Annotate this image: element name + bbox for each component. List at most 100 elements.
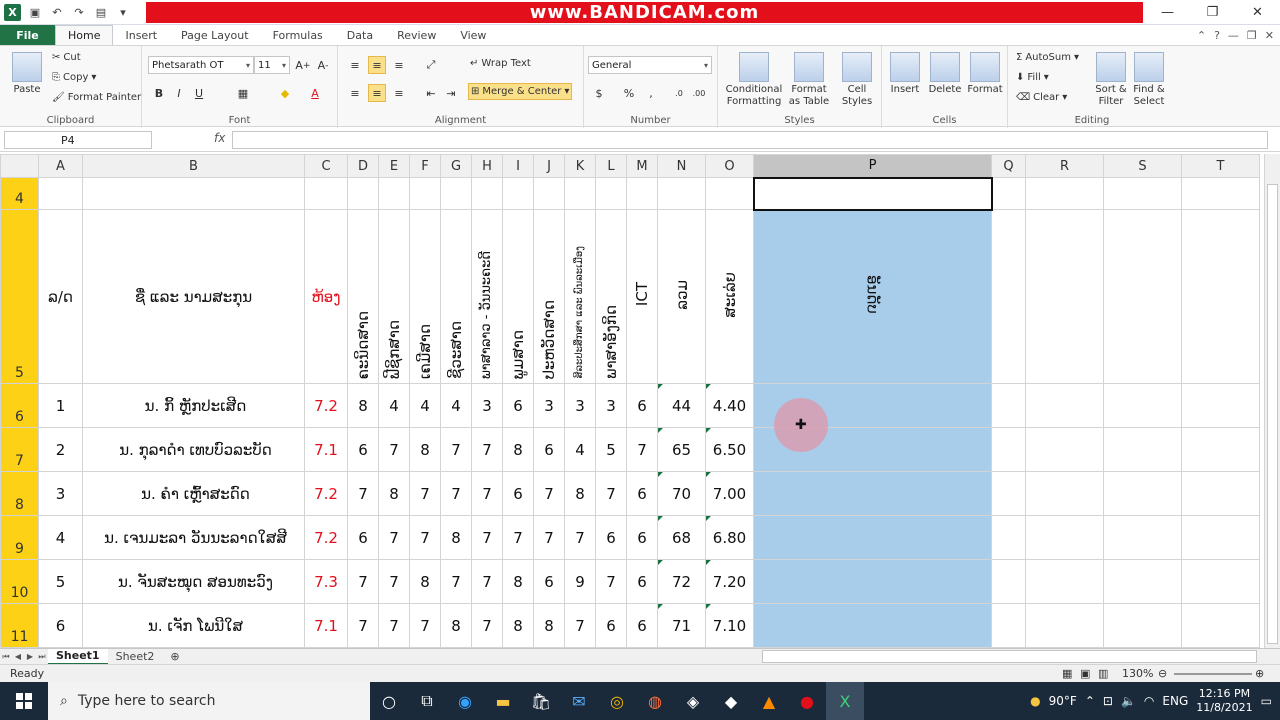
- cell[interactable]: [1025, 515, 1104, 560]
- row-header[interactable]: 10: [0, 559, 39, 604]
- first-sheet-icon[interactable]: ⏮: [0, 652, 12, 662]
- restore-button[interactable]: ❐: [1190, 0, 1235, 25]
- cell[interactable]: [82, 177, 305, 210]
- number-format-dropdown[interactable]: General ▾: [588, 56, 712, 74]
- column-header-selected[interactable]: P: [753, 154, 992, 178]
- cell[interactable]: [991, 515, 1026, 560]
- align-center-icon[interactable]: ≡: [368, 84, 386, 102]
- cell-score[interactable]: 7: [378, 603, 410, 648]
- cell-score[interactable]: 7: [440, 471, 472, 516]
- cell-no[interactable]: 6: [38, 603, 83, 648]
- cell-no[interactable]: 3: [38, 471, 83, 516]
- align-right-icon[interactable]: ≡: [390, 84, 408, 102]
- taskbar-search[interactable]: ⌕ Type here to search: [48, 682, 370, 720]
- cell-score[interactable]: 7: [564, 603, 596, 648]
- help-icon[interactable]: ?: [1214, 29, 1220, 42]
- horizontal-scrollbar[interactable]: [762, 650, 1257, 663]
- cortana-icon[interactable]: ○: [370, 682, 408, 720]
- copy-button[interactable]: ⎘ Copy ▾: [52, 72, 96, 83]
- format-as-table-button[interactable]: Format as Table: [786, 52, 832, 108]
- cell-score[interactable]: 8: [409, 427, 441, 472]
- cell-rank[interactable]: [753, 471, 992, 516]
- cell-score[interactable]: 7: [564, 515, 596, 560]
- network-icon[interactable]: ⊡: [1103, 694, 1113, 708]
- zoom-slider[interactable]: [1174, 673, 1252, 675]
- cell-class[interactable]: 7.2: [304, 383, 348, 428]
- vertical-scroll-thumb[interactable]: [1267, 184, 1278, 644]
- cell[interactable]: [705, 177, 754, 210]
- orientation-icon[interactable]: ⤢: [422, 56, 440, 74]
- cell-score[interactable]: 7: [502, 515, 534, 560]
- cell[interactable]: [991, 177, 1026, 210]
- cell[interactable]: [1103, 177, 1182, 210]
- align-top-icon[interactable]: ≡: [346, 56, 364, 74]
- worksheet-grid[interactable]: A B C D E F G H I J K L M N O P Q R S T …: [0, 154, 1264, 648]
- cell-class[interactable]: 7.1: [304, 603, 348, 648]
- column-header[interactable]: I: [502, 154, 534, 178]
- cell[interactable]: [1181, 559, 1260, 604]
- cell-name[interactable]: ນ. ເຈັກ ໂພນີໃສ: [82, 603, 305, 648]
- cell-no[interactable]: 5: [38, 559, 83, 604]
- cell-score[interactable]: 9: [564, 559, 596, 604]
- cell[interactable]: [471, 177, 503, 210]
- column-header[interactable]: B: [82, 154, 305, 178]
- cell-score[interactable]: 7: [347, 471, 379, 516]
- cell[interactable]: [1025, 603, 1104, 648]
- cell[interactable]: [1181, 209, 1260, 384]
- cell-score[interactable]: 7: [471, 603, 503, 648]
- cell-total[interactable]: 65: [657, 427, 706, 472]
- cell-score[interactable]: 8: [440, 515, 472, 560]
- active-cell-p4[interactable]: [752, 176, 993, 211]
- cell-score[interactable]: 7: [409, 603, 441, 648]
- cell-class[interactable]: 7.2: [304, 515, 348, 560]
- save-icon[interactable]: ▣: [27, 4, 43, 20]
- cell-score[interactable]: 7: [471, 427, 503, 472]
- wrap-text-button[interactable]: ↵ Wrap Text: [470, 58, 531, 69]
- conditional-formatting-button[interactable]: Conditional Formatting: [724, 52, 784, 108]
- column-header[interactable]: E: [378, 154, 410, 178]
- cell-score[interactable]: 6: [533, 427, 565, 472]
- increase-decimal-icon[interactable]: .0: [670, 84, 688, 102]
- app2-icon[interactable]: ◆: [712, 682, 750, 720]
- cell-score[interactable]: 7: [595, 559, 627, 604]
- column-header[interactable]: F: [409, 154, 441, 178]
- clear-button[interactable]: ⌫ Clear ▾: [1016, 92, 1067, 103]
- edge-icon[interactable]: ◉: [446, 682, 484, 720]
- cell-score[interactable]: 7: [347, 559, 379, 604]
- comma-button[interactable]: ,: [642, 84, 660, 102]
- header-no[interactable]: ລ/ດ: [38, 209, 83, 384]
- cell-score[interactable]: 8: [533, 603, 565, 648]
- cell-grid[interactable]: A B C D E F G H I J K L M N O P Q R S T …: [0, 154, 1260, 648]
- cell[interactable]: [533, 177, 565, 210]
- decrease-decimal-icon[interactable]: .00: [690, 84, 708, 102]
- cell-average[interactable]: 7.10: [705, 603, 754, 648]
- cell-score[interactable]: 8: [440, 603, 472, 648]
- start-button[interactable]: [0, 682, 48, 720]
- grow-font-button[interactable]: A +: [294, 56, 312, 74]
- cell[interactable]: [378, 177, 410, 210]
- cell[interactable]: [1025, 427, 1104, 472]
- cell-score[interactable]: 4: [409, 383, 441, 428]
- cell[interactable]: [991, 559, 1026, 604]
- cell[interactable]: [1103, 559, 1182, 604]
- cell-name[interactable]: ນ. ຈັນສະໝຸດ ສອນທະວົງ: [82, 559, 305, 604]
- tab-insert[interactable]: Insert: [113, 25, 169, 45]
- app-icon[interactable]: ◈: [674, 682, 712, 720]
- cell-score[interactable]: 6: [347, 427, 379, 472]
- header-subject[interactable]: ພູມສາດ: [502, 209, 534, 384]
- cell-score[interactable]: 8: [502, 603, 534, 648]
- cell-score[interactable]: 3: [533, 383, 565, 428]
- cell-score[interactable]: 3: [595, 383, 627, 428]
- page-break-view-icon[interactable]: ▥: [1098, 667, 1108, 680]
- cell[interactable]: [657, 177, 706, 210]
- cell-rank[interactable]: [753, 559, 992, 604]
- cell-no[interactable]: 1: [38, 383, 83, 428]
- cell-score[interactable]: 6: [626, 515, 658, 560]
- header-total[interactable]: ລວມ: [657, 209, 706, 384]
- column-header[interactable]: O: [705, 154, 754, 178]
- cell-name[interactable]: ນ. ຄໍາ ເຫຼົ້າສະດົດ: [82, 471, 305, 516]
- cell-score[interactable]: 8: [378, 471, 410, 516]
- cell-score[interactable]: 6: [533, 559, 565, 604]
- cell-total[interactable]: 72: [657, 559, 706, 604]
- header-subject[interactable]: ICT: [626, 209, 658, 384]
